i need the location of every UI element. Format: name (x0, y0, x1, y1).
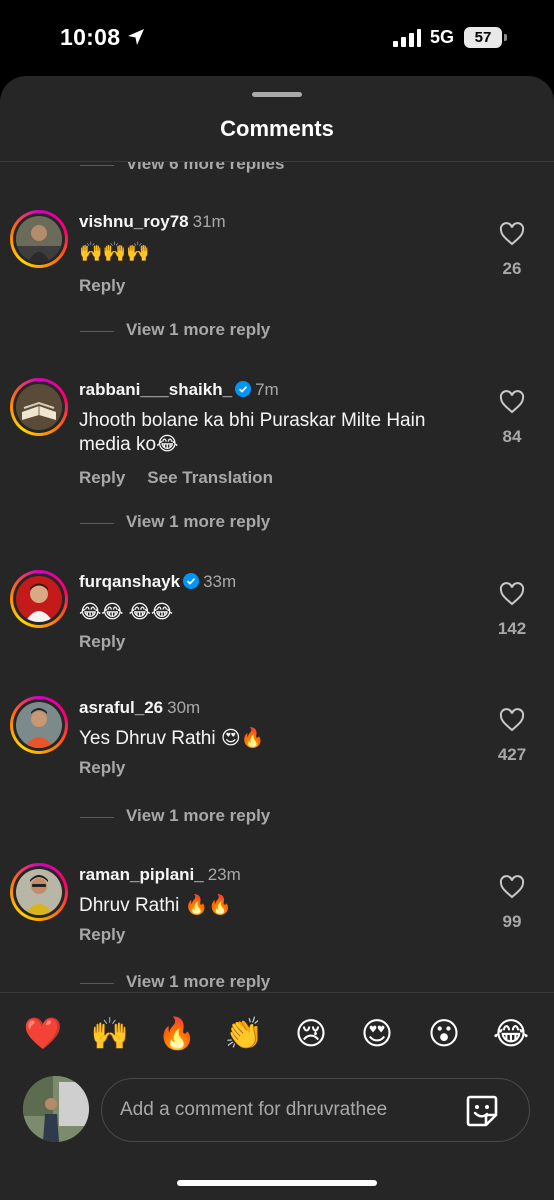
comment-time: 31m (192, 212, 226, 231)
like-button[interactable]: 84 (490, 390, 534, 447)
view-more-replies[interactable]: View 1 more reply (0, 511, 554, 535)
reaction-crying[interactable]: 😢 (291, 1014, 331, 1054)
reaction-laughing[interactable]: 😂 (491, 1014, 531, 1054)
comments-sheet: Comments View 6 more replies vishnu_roy7… (0, 76, 554, 1200)
sticker-icon[interactable] (464, 1093, 500, 1129)
reply-button[interactable]: Reply (79, 276, 125, 295)
avatar[interactable] (10, 696, 68, 754)
comments-list[interactable]: View 6 more replies vishnu_roy78 31m 🙌🙌🙌 … (0, 162, 554, 992)
avatar[interactable] (10, 570, 68, 628)
comment-username[interactable]: rabbani___shaikh_ (79, 380, 232, 399)
comment-username[interactable]: raman_piplani_ (79, 865, 204, 884)
reply-button[interactable]: Reply (79, 758, 125, 777)
like-count: 99 (502, 912, 522, 931)
sheet-grabber[interactable] (252, 92, 302, 97)
heart-icon (499, 222, 525, 246)
reaction-surprised[interactable]: 😮 (424, 1014, 464, 1054)
comment-text: Yes Dhruv Rathi 😍🔥 (79, 728, 265, 749)
like-button[interactable]: 427 (490, 708, 534, 765)
comment-username[interactable]: vishnu_roy78 (79, 212, 189, 231)
like-button[interactable]: 99 (490, 875, 534, 932)
like-button[interactable]: 142 (490, 582, 534, 639)
like-count: 84 (502, 427, 522, 446)
network-type: 5G (430, 27, 455, 47)
comment-text: Jhooth bolane ka bhi Puraskar Milte Hain… (79, 410, 426, 455)
comment-time: 23m (207, 865, 241, 884)
home-indicator[interactable] (177, 1180, 377, 1186)
see-translation-button[interactable]: See Translation (147, 468, 273, 487)
avatar[interactable] (10, 210, 68, 268)
current-user-avatar[interactable] (23, 1076, 89, 1142)
reply-button[interactable]: Reply (79, 925, 125, 944)
battery-level: 57 (464, 27, 502, 48)
emoji-divider (0, 992, 554, 993)
heart-icon (499, 582, 525, 606)
view-more-replies[interactable]: View 1 more reply (0, 971, 554, 992)
view-more-replies-label: View 1 more reply (126, 972, 271, 991)
reaction-heart-eyes[interactable]: 😍 (357, 1014, 397, 1054)
reply-button[interactable]: Reply (79, 632, 125, 651)
comment-time: 7m (255, 380, 279, 399)
quick-reaction-bar: ❤️ 🙌 🔥 👏 😢 😍 😮 😂 (0, 1014, 554, 1054)
comment-time: 33m (203, 572, 237, 591)
comment-input[interactable] (120, 1079, 460, 1141)
signal-icon (393, 29, 421, 47)
sheet-title: Comments (220, 116, 334, 141)
view-more-replies[interactable]: View 1 more reply (0, 805, 554, 829)
reaction-raised-hands[interactable]: 🙌 (90, 1014, 130, 1054)
reaction-heart[interactable]: ❤️ (23, 1014, 63, 1054)
view-more-replies-label: View 1 more reply (126, 512, 271, 531)
comment-text: 🙌🙌🙌 (79, 242, 150, 263)
view-more-replies-label: View 1 more reply (126, 320, 271, 339)
avatar[interactable] (10, 378, 68, 436)
view-more-replies-label: View 6 more replies (126, 162, 285, 173)
reaction-fire[interactable]: 🔥 (157, 1014, 197, 1054)
comment-username[interactable]: furqanshayk (79, 572, 180, 591)
comment-username[interactable]: asraful_26 (79, 698, 163, 717)
reaction-clap[interactable]: 👏 (224, 1014, 264, 1054)
heart-icon (499, 708, 525, 732)
reply-button[interactable]: Reply (79, 468, 125, 487)
like-button[interactable]: 26 (490, 222, 534, 279)
location-arrow-icon (128, 29, 144, 45)
battery-icon: 57 (464, 27, 508, 49)
verified-badge-icon (235, 381, 252, 397)
view-more-replies[interactable]: View 6 more replies (0, 162, 554, 177)
status-bar: 10:08 5G 57 (0, 0, 554, 76)
heart-icon (499, 875, 525, 899)
verified-badge-icon (183, 573, 200, 589)
view-more-replies[interactable]: View 1 more reply (0, 319, 554, 343)
avatar[interactable] (10, 863, 68, 921)
like-count: 26 (502, 259, 522, 278)
comment-composer[interactable] (101, 1078, 530, 1142)
comment-text: 😂😂 😂😂 (79, 602, 174, 623)
like-count: 427 (497, 745, 527, 764)
comment-time: 30m (167, 698, 201, 717)
status-time: 10:08 (60, 24, 121, 50)
view-more-replies-label: View 1 more reply (126, 806, 271, 825)
heart-icon (499, 390, 525, 414)
comment-text: Dhruv Rathi 🔥🔥 (79, 895, 232, 916)
like-count: 142 (497, 619, 527, 638)
